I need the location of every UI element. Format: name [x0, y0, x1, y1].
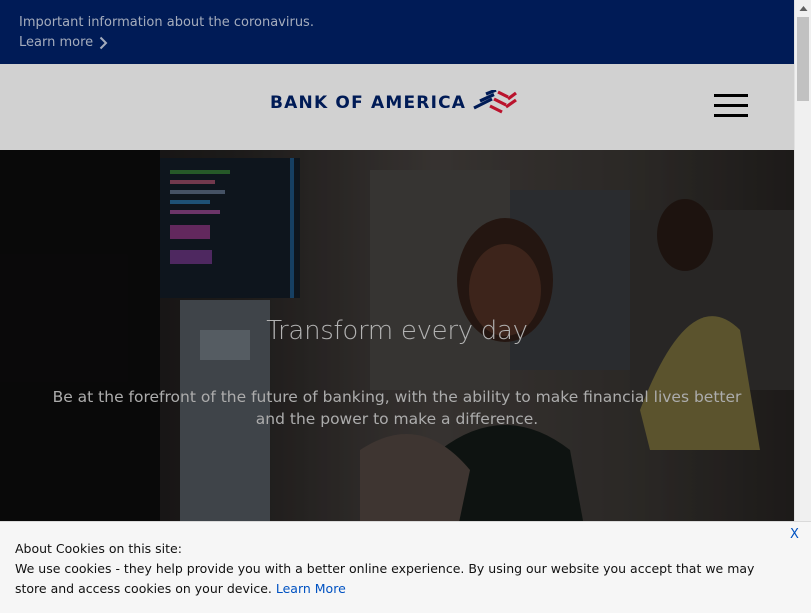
cookie-learn-more-link[interactable]: Learn More: [276, 581, 346, 596]
bank-of-america-logo[interactable]: BANK OF AMERICA: [270, 90, 518, 116]
scrollbar-thumb[interactable]: [797, 17, 809, 101]
hamburger-menu-icon: [714, 94, 748, 97]
site-header: BANK OF AMERICA: [0, 64, 794, 150]
logo-wordmark: BANK OF AMERICA: [270, 93, 467, 113]
cookie-body-text: We use cookies - they help provide you w…: [15, 561, 755, 596]
alert-text: Important information about the coronavi…: [19, 15, 314, 30]
chevron-right-icon: [99, 36, 108, 49]
cookie-title: About Cookies on this site:: [15, 541, 182, 556]
scroll-up-arrow-icon[interactable]: [795, 0, 811, 17]
alert-learn-more-link[interactable]: Learn more: [19, 34, 108, 51]
flag-logo-icon: [473, 90, 518, 114]
hero-title: Transform every day: [266, 316, 528, 346]
coronavirus-alert-bar: Important information about the coronavi…: [0, 0, 794, 64]
cookie-banner: About Cookies on this site: We use cooki…: [0, 521, 811, 613]
alert-learn-more-label: Learn more: [19, 35, 94, 50]
cookie-message: We use cookies - they help provide you w…: [15, 559, 785, 599]
cookie-close-button[interactable]: X: [790, 527, 799, 542]
hamburger-menu-button[interactable]: [714, 94, 750, 120]
hero-description: Be at the forefront of the future of ban…: [52, 388, 742, 428]
